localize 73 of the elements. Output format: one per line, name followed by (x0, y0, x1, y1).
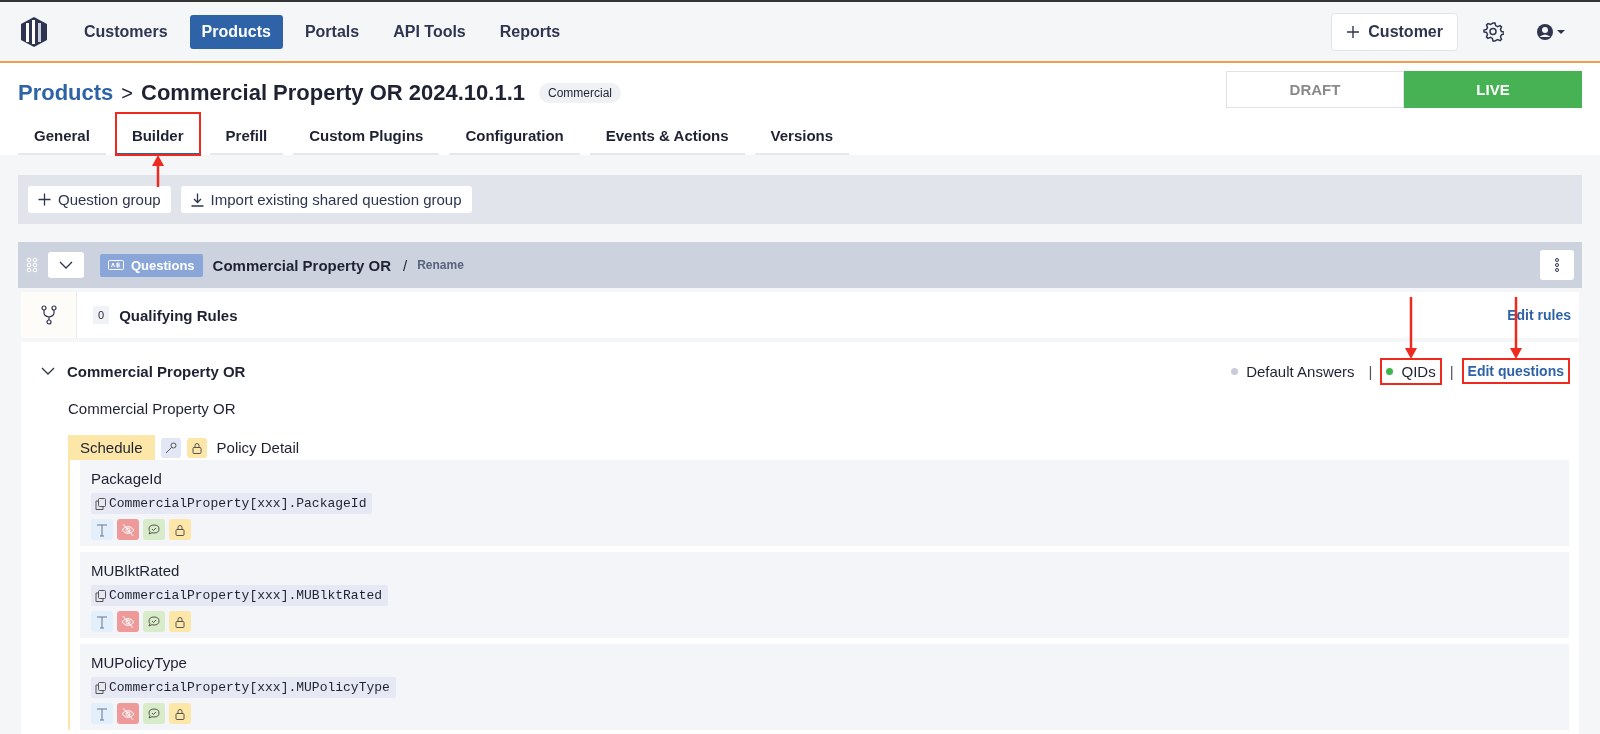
question-name: PackageId (91, 470, 163, 487)
tab[interactable]: Events & Actions (589, 113, 745, 155)
collapse-button[interactable] (48, 252, 84, 278)
schedule-tag: Schedule (68, 435, 155, 460)
question-name: MUBlktRated (91, 562, 181, 579)
chat-bubble-icon (147, 706, 161, 721)
tab[interactable]: General (18, 113, 106, 155)
logo (20, 15, 48, 48)
toolbar-button[interactable]: Import existing shared question group (180, 186, 472, 213)
tab[interactable]: Prefill (209, 113, 284, 155)
add-customer-button[interactable]: Customer (1331, 12, 1458, 51)
hidden-eye-icon (121, 614, 135, 629)
text-icon (95, 614, 109, 629)
path-text: CommercialProperty[xxx].MUPolicyType (109, 680, 390, 695)
annotation-arrow (151, 155, 164, 187)
rules-count: 0 (93, 306, 110, 324)
user-menu-icon[interactable] (1536, 22, 1568, 41)
copy-icon[interactable] (95, 681, 106, 694)
chat-bubble-icon (147, 614, 161, 629)
toolbar-button[interactable]: Question group (28, 186, 171, 213)
key-icon (164, 441, 177, 454)
chevron-down-icon (59, 261, 73, 269)
path-text: CommercialProperty[xxx].PackageId (109, 496, 367, 511)
copy-icon[interactable] (95, 589, 106, 602)
separator: / (402, 256, 408, 274)
divider-text: | (1368, 362, 1373, 380)
text-icon (95, 706, 109, 721)
path-text: CommercialProperty[xxx].MUBlktRated (109, 588, 383, 603)
tab[interactable]: Builder (115, 113, 200, 155)
copy-icon[interactable] (95, 497, 106, 510)
branch-icon (40, 305, 57, 325)
download-icon (190, 192, 204, 207)
hidden-eye-icon (121, 706, 135, 721)
breadcrumb-link[interactable]: Products (18, 80, 114, 106)
text-field-icon (108, 260, 124, 270)
nav-link[interactable]: Portals (292, 14, 372, 49)
kebab-icon (1554, 258, 1560, 272)
edit-questions-link[interactable]: Edit questions (1462, 359, 1569, 383)
hidden-eye-icon (121, 522, 135, 537)
category-tag: Commercial (539, 83, 622, 103)
rename-link[interactable]: Rename (417, 258, 464, 272)
section-title: Commercial Property OR (67, 362, 246, 380)
nav-link[interactable]: API Tools (381, 14, 478, 49)
more-options-button[interactable] (1540, 250, 1574, 280)
nav-link[interactable]: Products (189, 14, 283, 49)
tab[interactable]: Custom Plugins (293, 113, 440, 155)
breadcrumb-separator: > (121, 81, 134, 105)
chat-bubble-icon (147, 522, 161, 537)
drag-handle-icon[interactable] (26, 257, 38, 273)
plus-icon (1346, 24, 1361, 39)
group-name: Commercial Property OR (212, 256, 391, 274)
question-name: MUPolicyType (91, 654, 188, 671)
section-description: Commercial Property OR (68, 400, 237, 417)
settings-icon[interactable] (1482, 20, 1504, 43)
text-icon (95, 522, 109, 537)
divider-text: | (1449, 362, 1454, 380)
tab[interactable]: Configuration (449, 113, 580, 155)
status-label: Default Answers (1246, 362, 1355, 380)
page-title: Commercial Property OR 2024.10.1.1 (141, 80, 525, 106)
status-label: QIDs (1401, 362, 1436, 380)
lock-icon (190, 441, 203, 454)
tab[interactable]: Versions (754, 113, 850, 155)
rules-label: Qualifying Rules (119, 306, 238, 324)
annotation-arrow (1405, 296, 1418, 359)
nav-link[interactable]: Reports (487, 14, 573, 49)
lock-icon (173, 522, 187, 537)
schedule-name: Policy Detail (216, 439, 300, 456)
lock-icon (173, 706, 187, 721)
lock-icon (173, 614, 187, 629)
questions-badge: Questions (100, 253, 203, 277)
chevron-down-icon[interactable] (41, 366, 55, 376)
plus-icon (38, 193, 51, 206)
nav-link[interactable]: Customers (72, 14, 180, 49)
